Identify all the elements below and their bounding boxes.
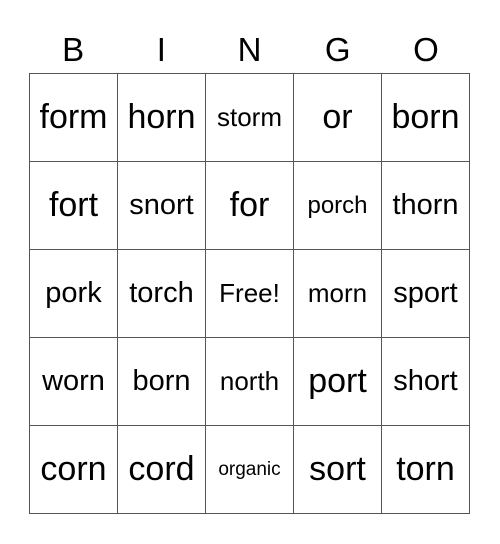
- bingo-cell[interactable]: or: [294, 74, 382, 162]
- cell-word: fort: [48, 186, 99, 224]
- cell-word: born: [391, 98, 460, 136]
- free-space-cell[interactable]: Free!: [206, 250, 294, 338]
- bingo-cell[interactable]: north: [206, 338, 294, 426]
- bingo-cell[interactable]: sort: [294, 426, 382, 514]
- bingo-cell[interactable]: form: [30, 74, 118, 162]
- cell-word: pork: [45, 277, 102, 309]
- bingo-cell[interactable]: corn: [30, 426, 118, 514]
- bingo-cell[interactable]: fort: [30, 162, 118, 250]
- bingo-cell[interactable]: torch: [118, 250, 206, 338]
- bingo-cell[interactable]: worn: [30, 338, 118, 426]
- cell-word: north: [219, 366, 280, 396]
- cell-word: born: [132, 365, 191, 397]
- bingo-cell[interactable]: for: [206, 162, 294, 250]
- bingo-cell[interactable]: storm: [206, 74, 294, 162]
- cell-word: thorn: [392, 189, 459, 221]
- bingo-cell[interactable]: pork: [30, 250, 118, 338]
- cell-word: cord: [128, 450, 195, 488]
- cell-word: port: [308, 362, 367, 400]
- header-letter-b: B: [62, 31, 85, 68]
- cell-word: for: [229, 186, 270, 224]
- bingo-cell[interactable]: short: [382, 338, 470, 426]
- cell-word: worn: [42, 365, 105, 397]
- bingo-cell[interactable]: torn: [382, 426, 470, 514]
- cell-word: snort: [129, 189, 194, 221]
- bingo-cell[interactable]: port: [294, 338, 382, 426]
- bingo-cell[interactable]: born: [382, 74, 470, 162]
- cell-word: form: [39, 98, 108, 136]
- bingo-cell[interactable]: porch: [294, 162, 382, 250]
- cell-word: horn: [127, 98, 196, 136]
- bingo-cell[interactable]: organic: [206, 426, 294, 514]
- bingo-cell[interactable]: snort: [118, 162, 206, 250]
- bingo-header: B I N G O: [29, 28, 470, 72]
- cell-word: sort: [309, 450, 366, 488]
- header-letter-o: O: [413, 31, 439, 68]
- cell-word: sport: [393, 277, 458, 309]
- bingo-cell[interactable]: sport: [382, 250, 470, 338]
- header-letter-i: I: [156, 31, 166, 68]
- header-letter-g: G: [324, 31, 351, 68]
- header-letter-n: N: [237, 31, 262, 68]
- cell-word: torn: [396, 450, 455, 488]
- cell-word: corn: [40, 450, 107, 488]
- cell-word: storm: [217, 102, 282, 132]
- cell-word: morn: [307, 278, 368, 308]
- cell-word: torch: [129, 277, 194, 309]
- bingo-cell[interactable]: morn: [294, 250, 382, 338]
- bingo-cell[interactable]: cord: [118, 426, 206, 514]
- cell-word: or: [322, 98, 353, 136]
- bingo-cell[interactable]: thorn: [382, 162, 470, 250]
- cell-word: short: [393, 365, 458, 397]
- bingo-grid: form horn storm or born fort snort for p…: [29, 73, 470, 514]
- bingo-cell[interactable]: born: [118, 338, 206, 426]
- bingo-cell[interactable]: horn: [118, 74, 206, 162]
- cell-word: porch: [307, 191, 368, 219]
- cell-word: organic: [218, 458, 281, 480]
- free-space-label: Free!: [219, 278, 280, 308]
